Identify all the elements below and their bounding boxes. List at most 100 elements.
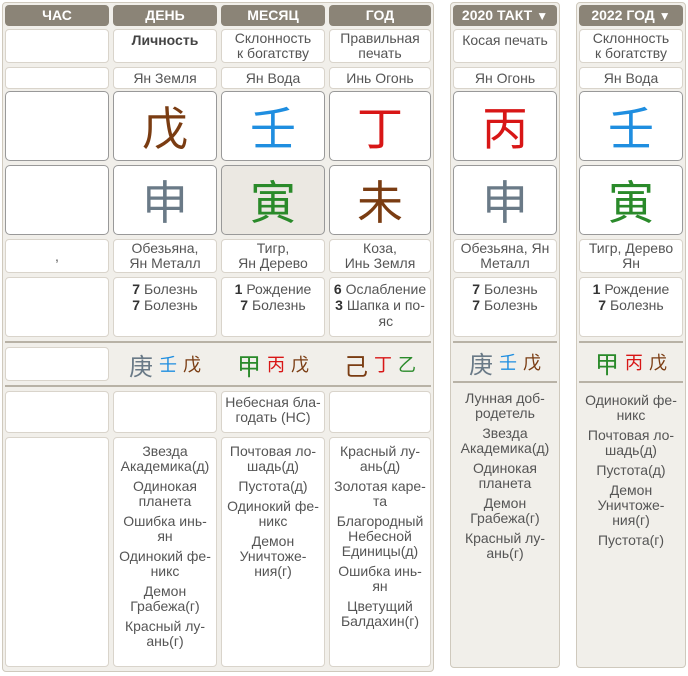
year-2022-stages: 1 Рождение 7 Болезнь bbox=[579, 277, 683, 337]
list-item: Пустота(г) bbox=[597, 532, 665, 548]
year-stages: 6 Ослабление 3 Шапка и по- яс bbox=[329, 277, 431, 337]
hour-stem-empty bbox=[5, 91, 109, 161]
list-item: Звезда Академика(д) bbox=[460, 425, 550, 456]
year-branch-name: Коза, Инь Земля bbox=[329, 239, 431, 273]
list-item: Красный лу- ань(д) bbox=[339, 443, 421, 474]
day-branch-name: Обезьяна, Ян Металл bbox=[113, 239, 217, 273]
list-item: Демон Уничтоже- ния(г) bbox=[239, 533, 307, 579]
list-item: Звезда Академика(д) bbox=[120, 443, 210, 474]
month-stages: 1 Рождение 7 Болезнь bbox=[221, 277, 325, 337]
list-item: Ошибка инь- ян bbox=[338, 563, 422, 594]
year-element: Инь Огонь bbox=[329, 67, 431, 89]
list-item: Красный лу- ань(г) bbox=[124, 618, 206, 649]
stage-line: 3 Шапка и по- яс bbox=[335, 297, 425, 329]
list-item: Демон Уничтоже- ния(г) bbox=[597, 482, 665, 528]
year-2022-branch-glyph: 寅 bbox=[579, 165, 683, 235]
stage-line: 7 Болезнь bbox=[472, 297, 538, 313]
year-ten-god: Правильная печать bbox=[329, 29, 431, 63]
list-item: Одинокая планета bbox=[473, 460, 537, 491]
chevron-down-icon: ▼ bbox=[536, 9, 549, 23]
separator bbox=[579, 341, 683, 343]
list-item: Ошибка инь- ян bbox=[123, 513, 207, 544]
year-2022-dropdown[interactable]: 2022 ГОД ▼ bbox=[579, 5, 683, 26]
stage-line: 7 Болезнь bbox=[132, 281, 198, 297]
year-symbolic-stars: Красный лу- ань(д) Золотая каре- та Благор… bbox=[329, 437, 431, 667]
hour-symbolic-stars bbox=[5, 437, 109, 667]
month-hidden-stems: 甲 丙 戊 bbox=[237, 352, 309, 381]
header-month: МЕСЯЦ bbox=[221, 5, 325, 26]
chevron-down-icon: ▼ bbox=[658, 9, 671, 23]
year-branch-glyph: 未 bbox=[329, 165, 431, 235]
stage-line: 7 Болезнь bbox=[598, 297, 664, 313]
day-branch-glyph: 申 bbox=[113, 165, 217, 235]
month-symbolic-stars: Почтовая ло- шадь(д) Пустота(д) Одинокий ф… bbox=[221, 437, 325, 667]
list-item: Почтовая ло- шадь(д) bbox=[229, 443, 317, 474]
stage-line: 1 Рождение bbox=[592, 281, 670, 297]
tact-2020-stem-glyph: 丙 bbox=[453, 91, 557, 161]
list-item: Одинокий фе- никс bbox=[119, 548, 211, 579]
header-hour: ЧАС bbox=[5, 5, 109, 26]
year-special-stars bbox=[329, 391, 431, 433]
tact-2020-branch-glyph: 申 bbox=[453, 165, 557, 235]
separator bbox=[453, 341, 557, 343]
hour-branch-name: , bbox=[5, 239, 109, 273]
pillars-panel: ЧАС ДЕНЬ МЕСЯЦ ГОД Личность Склонность к… bbox=[2, 2, 434, 672]
stage-line: 6 Ослабление bbox=[333, 281, 427, 297]
year-2022-branch-name: Тигр, Дерево Ян bbox=[579, 239, 683, 273]
list-item: Одинокая планета bbox=[133, 478, 197, 509]
day-stages: 7 Болезнь 7 Болезнь bbox=[113, 277, 217, 337]
list-item: Пустота(д) bbox=[596, 462, 666, 478]
year-2022-hidden-stems: 甲 丙 戊 bbox=[595, 350, 667, 379]
list-item: Почтовая ло- шадь(д) bbox=[587, 427, 675, 458]
month-element: Ян Вода bbox=[221, 67, 325, 89]
day-ten-god: Личность bbox=[113, 29, 217, 63]
month-stem-glyph: 壬 bbox=[221, 91, 325, 161]
list-item: Пустота(д) bbox=[238, 478, 308, 494]
hour-element bbox=[5, 67, 109, 89]
day-special-stars bbox=[113, 391, 217, 433]
tact-2020-symbolic-stars: Лунная доб- родетель Звезда Академика(д)… bbox=[453, 391, 557, 566]
year-2022-panel: 2022 ГОД ▼ Склонность к богатству Ян Вода… bbox=[576, 2, 686, 668]
list-item: Демон Грабежа(г) bbox=[130, 583, 200, 614]
year-2022-stem-glyph: 壬 bbox=[579, 91, 683, 161]
list-item: Одинокий фе- никс bbox=[227, 498, 319, 529]
header-year: ГОД bbox=[329, 5, 431, 26]
list-item: Золотая каре- та bbox=[334, 478, 426, 509]
tact-2020-dropdown[interactable]: 2020 ТАКТ ▼ bbox=[453, 5, 557, 26]
header-day: ДЕНЬ bbox=[113, 5, 217, 26]
list-item: Цветущий Балдахин(г) bbox=[340, 598, 420, 629]
tact-2020-ten-god: Косая печать bbox=[453, 29, 557, 63]
hour-special-stars bbox=[5, 391, 109, 433]
year-hidden-stems: 己 丁 乙 bbox=[344, 352, 416, 381]
year-2022-ten-god: Склонность к богатству bbox=[579, 29, 683, 63]
day-symbolic-stars: Звезда Академика(д) Одинокая планета Ошибк… bbox=[113, 437, 217, 667]
list-item: Лунная доб- родетель bbox=[465, 390, 545, 421]
tact-2020-element: Ян Огонь bbox=[453, 67, 557, 89]
tact-2020-stages: 7 Болезнь 7 Болезнь bbox=[453, 277, 557, 337]
separator bbox=[5, 385, 431, 387]
stage-line: 7 Болезнь bbox=[472, 281, 538, 297]
list-item: Одинокий фе- никс bbox=[585, 392, 677, 423]
hour-branch-empty bbox=[5, 165, 109, 235]
hour-hidden-stems bbox=[5, 347, 109, 381]
stage-line: 1 Рождение bbox=[234, 281, 312, 297]
month-ten-god: Склонность к богатству bbox=[221, 29, 325, 63]
day-element: Ян Земля bbox=[113, 67, 217, 89]
day-stem-glyph: 戊 bbox=[113, 91, 217, 161]
list-item: Демон Грабежа(г) bbox=[470, 495, 540, 526]
month-branch-glyph: 寅 bbox=[221, 165, 325, 235]
stage-line: 7 Болезнь bbox=[240, 297, 306, 313]
tact-2020-branch-name: Обезьяна, Ян Металл bbox=[453, 239, 557, 273]
separator bbox=[453, 381, 557, 383]
hour-ten-god bbox=[5, 29, 109, 63]
month-special-stars: Небесная бла- годать (НС) bbox=[221, 391, 325, 433]
tact-2020-panel: 2020 ТАКТ ▼ Косая печать Ян Огонь 丙 申 Обе… bbox=[450, 2, 560, 668]
list-item: Красный лу- ань(г) bbox=[464, 530, 546, 561]
separator bbox=[5, 341, 431, 343]
separator bbox=[579, 381, 683, 383]
hour-stages bbox=[5, 277, 109, 337]
stage-line: 7 Болезнь bbox=[132, 297, 198, 313]
tact-2020-hidden-stems: 庚 壬 戊 bbox=[469, 350, 541, 379]
list-item: Благородный Небесной Единицы(д) bbox=[336, 513, 424, 559]
month-branch-name: Тигр, Ян Дерево bbox=[221, 239, 325, 273]
